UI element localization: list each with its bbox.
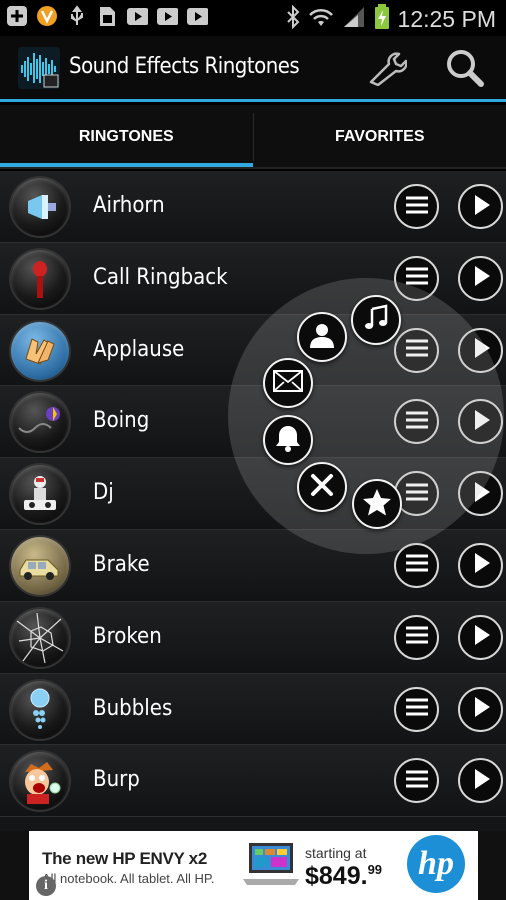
set-notification-mail-button[interactable] — [263, 358, 313, 408]
ad-starting-at: starting at — [305, 845, 367, 861]
list-item-label: Bubbles — [93, 695, 173, 721]
set-contact-ringtone-button[interactable] — [297, 312, 347, 362]
play-icon — [470, 193, 492, 221]
hp-logo: hp — [407, 835, 465, 893]
play-button[interactable] — [458, 758, 503, 804]
tab-bar: RINGTONES FAVORITES — [0, 105, 506, 169]
burp-icon — [11, 752, 69, 811]
list-item[interactable]: Broken — [0, 601, 506, 674]
close-icon — [309, 472, 335, 502]
list-item-label: Call Ringback — [93, 264, 228, 290]
clapping-hands-icon — [11, 321, 69, 380]
tab-bar-underline — [0, 167, 506, 169]
menu-icon — [404, 768, 430, 794]
menu-icon — [404, 696, 430, 722]
menu-icon — [404, 552, 430, 578]
ad-banner-container: The new HP ENVY x2 All notebook. All tab… — [0, 831, 506, 900]
music-note-icon — [362, 304, 390, 336]
tab-ringtones[interactable]: RINGTONES — [0, 105, 253, 169]
ad-price-cents: 99 — [367, 862, 383, 877]
list-item[interactable]: Airhorn — [0, 171, 506, 243]
tab-label: FAVORITES — [335, 128, 425, 145]
bluetooth-icon — [286, 4, 300, 33]
battery-charging-icon — [374, 4, 390, 34]
add-icon — [6, 5, 28, 27]
tab-label: RINGTONES — [78, 128, 174, 145]
play-button[interactable] — [458, 255, 503, 301]
list-item-label: Applause — [93, 336, 185, 362]
app-title: Sound Effects Ringtones — [69, 54, 300, 79]
wifi-icon — [308, 6, 334, 32]
bell-icon — [274, 423, 302, 457]
signal-icon — [342, 5, 366, 33]
bubbles-icon — [11, 680, 69, 739]
options-button[interactable] — [394, 686, 439, 732]
app-logo-icon — [18, 47, 60, 89]
list-item[interactable]: Burp — [0, 745, 506, 818]
ad-subline: All notebook. All tablet. All HP. — [42, 871, 215, 886]
search-button[interactable] — [445, 50, 485, 90]
play-icon — [470, 767, 492, 795]
sim-icon — [96, 5, 118, 27]
star-icon — [362, 487, 392, 521]
options-button[interactable] — [394, 614, 439, 660]
search-icon — [445, 48, 485, 92]
laptop-icon — [241, 839, 301, 889]
set-alarm-button[interactable] — [263, 415, 313, 465]
list-item[interactable]: Bubbles — [0, 673, 506, 746]
play-button[interactable] — [458, 542, 503, 588]
mail-icon — [273, 370, 303, 396]
airhorn-icon — [11, 178, 69, 236]
list-item-label: Broken — [93, 623, 162, 649]
youtube-icon — [156, 5, 178, 27]
youtube-icon — [126, 5, 148, 27]
play-icon — [470, 264, 492, 292]
menu-icon — [404, 624, 430, 650]
list-item-label: Brake — [93, 551, 150, 577]
ad-banner[interactable]: The new HP ENVY x2 All notebook. All tab… — [29, 831, 478, 900]
close-menu-button[interactable] — [297, 462, 347, 512]
play-icon — [470, 695, 492, 723]
dj-icon — [11, 465, 69, 524]
microphone-icon — [11, 249, 69, 308]
list-item-label: Burp — [93, 767, 140, 793]
status-bar: 12:25 PM — [0, 0, 506, 36]
add-favorite-button[interactable] — [352, 479, 402, 529]
ad-headline: The new HP ENVY x2 — [42, 849, 207, 868]
action-bar: Sound Effects Ringtones — [0, 36, 506, 102]
status-time: 12:25 PM — [397, 5, 496, 32]
play-button[interactable] — [458, 614, 503, 660]
list-item-label: Dj — [93, 480, 114, 506]
options-button[interactable] — [394, 542, 439, 588]
broken-glass-icon — [11, 608, 69, 667]
list-item[interactable]: Brake — [0, 529, 506, 602]
list-item-label: Boing — [93, 408, 150, 434]
options-button[interactable] — [394, 184, 439, 229]
play-icon — [470, 623, 492, 651]
usb-icon — [66, 5, 88, 27]
settings-button[interactable] — [367, 50, 408, 90]
hp-logo-text: hp — [418, 845, 454, 882]
ad-info-icon[interactable]: i — [36, 876, 56, 896]
ad-price: $849.99 — [305, 862, 382, 891]
v-app-icon — [36, 5, 58, 27]
play-button[interactable] — [458, 184, 503, 229]
contact-icon — [307, 320, 337, 354]
list-item-label: Airhorn — [93, 193, 165, 218]
ad-price-main: $849. — [305, 862, 368, 890]
wrench-icon — [367, 50, 408, 90]
car-icon — [11, 536, 69, 595]
spring-icon — [11, 393, 69, 452]
menu-icon — [404, 194, 430, 220]
youtube-icon — [186, 5, 208, 27]
set-ringtone-button[interactable] — [351, 295, 401, 345]
play-icon — [470, 551, 492, 579]
options-button[interactable] — [394, 758, 439, 804]
tab-favorites[interactable]: FAVORITES — [254, 105, 506, 169]
play-button[interactable] — [458, 686, 503, 732]
